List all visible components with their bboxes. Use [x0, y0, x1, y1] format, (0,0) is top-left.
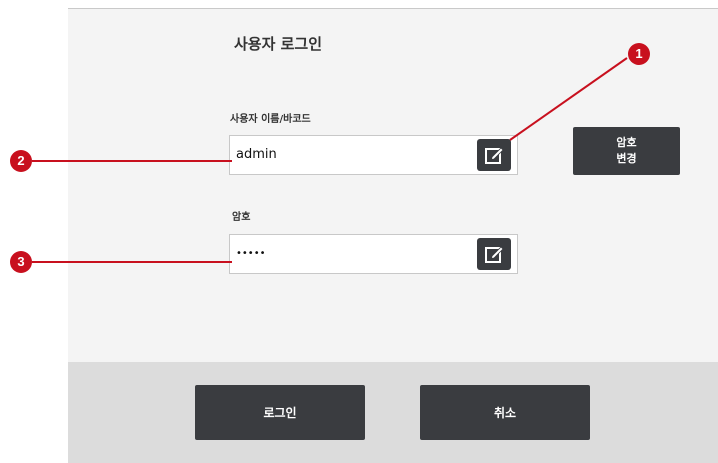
callout-2: 2: [10, 150, 32, 172]
login-button[interactable]: 로그인: [195, 385, 365, 440]
username-field[interactable]: admin: [229, 135, 518, 175]
edit-icon: [485, 246, 504, 263]
password-label: 암호: [232, 212, 251, 223]
password-edit-button[interactable]: [477, 238, 511, 270]
callout-1: 1: [628, 43, 650, 65]
username-label: 사용자 이름/바코드: [230, 114, 311, 125]
change-password-label-line1: 암호: [616, 136, 637, 149]
change-password-button[interactable]: 암호 변경: [573, 127, 680, 175]
change-password-label-line2: 변경: [616, 152, 637, 165]
username-value: admin: [236, 147, 277, 162]
footer-bar: [68, 362, 718, 463]
page-title: 사용자 로그인: [234, 35, 323, 53]
cancel-button[interactable]: 취소: [420, 385, 590, 440]
username-edit-button[interactable]: [477, 139, 511, 171]
callout-3: 3: [10, 251, 32, 273]
edit-icon: [485, 147, 504, 164]
password-value: •••••: [236, 248, 266, 259]
password-field[interactable]: •••••: [229, 234, 518, 274]
